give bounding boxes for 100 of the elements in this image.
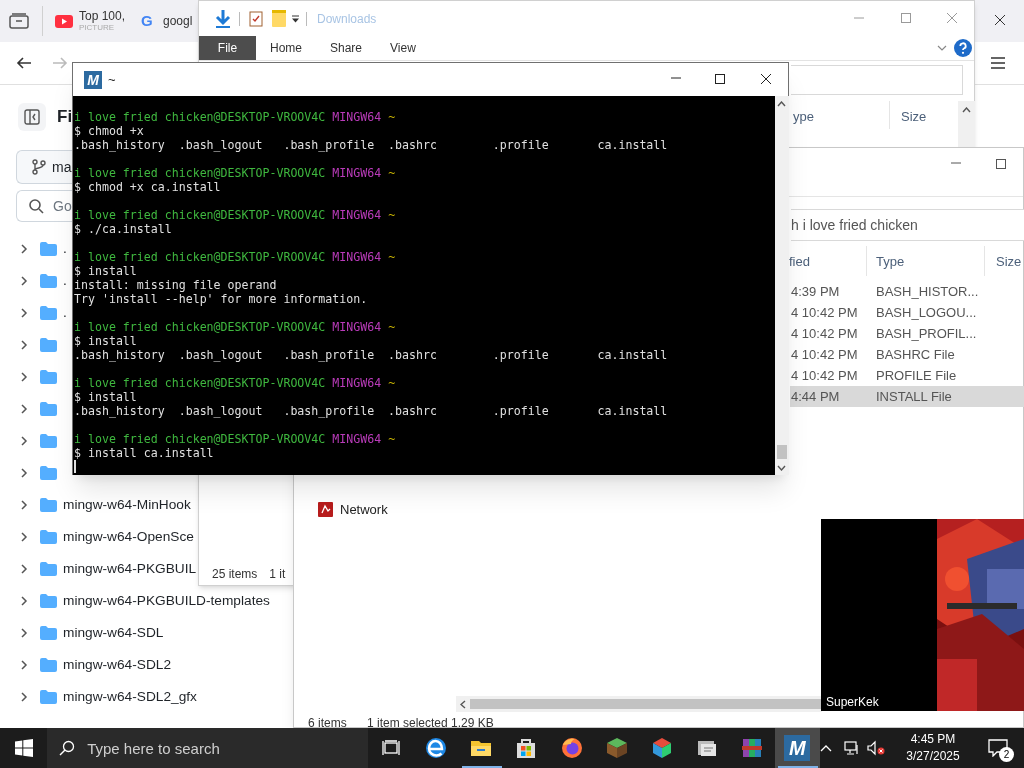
file-row[interactable]: 4 10:42 PM BASH_LOGOU... [790,302,1024,323]
maximize-button[interactable] [995,158,1007,170]
file-row[interactable]: 4:39 PM BASH_HISTOR... [790,281,1024,302]
tree-item[interactable]: . [63,238,67,260]
ribbon-tab[interactable]: View [376,36,430,60]
help-icon[interactable] [954,39,972,57]
chat-bubble-icon [988,739,1009,757]
column-header[interactable]: Size [901,107,927,127]
terminal-command: $ install [74,334,137,348]
file-row[interactable]: 4:44 PM INSTALL File [790,386,1024,407]
folder-icon [40,402,57,416]
clock[interactable]: 4:45 PM 3/27/2025 [895,731,972,765]
file-row[interactable]: 4 10:42 PM BASHRC File [790,344,1024,365]
tree-item[interactable]: mingw-w64-MinHook [63,494,191,516]
folder-icon [40,306,57,320]
chevron-right-icon[interactable] [20,467,28,479]
chevron-right-icon[interactable] [20,627,28,639]
chevron-right-icon[interactable] [20,435,28,447]
search-icon [59,740,76,756]
prompt-path: ~ [388,110,396,124]
folder-icon [40,434,57,448]
prompt-user-host: i love fried chicken@DESKTOP-VROOV4C [74,208,326,222]
speaker-muted-icon[interactable] [867,740,886,756]
prompt-path: ~ [388,432,396,446]
window-title: ~ [108,70,116,89]
prompt-user-host: i love fried chicken@DESKTOP-VROOV4C [74,376,326,390]
chevron-right-icon[interactable] [20,403,28,415]
chevron-right-icon[interactable] [20,659,28,671]
chevron-right-icon[interactable] [20,499,28,511]
date-cell-text: 4:44 PM [791,387,841,406]
scrollbar-thumb[interactable] [470,699,822,709]
chevron-right-icon[interactable] [20,691,28,703]
ribbon-collapse-icon[interactable] [937,45,947,51]
horizontal-scrollbar[interactable] [456,696,822,712]
taskbar-app-button[interactable]: M [774,728,821,768]
tree-item[interactable]: mingw-w64-SDL [63,622,164,644]
chevron-right-icon[interactable] [20,243,28,255]
app-logo: M [84,70,102,89]
chevron-right-icon[interactable] [20,371,28,383]
search-field[interactable]: Go [16,190,72,222]
panel-toggle-button[interactable] [18,103,46,131]
scrollbar[interactable] [775,96,789,475]
menu-icon[interactable] [990,56,1006,70]
tree-item[interactable]: mingw-w64-PKGBUILD-templates [63,590,270,612]
browser-tab[interactable]: G googl [135,2,193,40]
prompt-user-host: i love fried chicken@DESKTOP-VROOV4C [74,320,326,334]
scroll-down-icon[interactable] [777,465,786,471]
tree-item[interactable]: mingw-w64-SDL2_gfx [63,686,197,708]
back-button[interactable] [16,55,32,71]
scroll-up-icon[interactable] [962,107,971,113]
folder-icon [40,626,57,640]
maximize-button[interactable] [714,73,726,85]
scrollbar-thumb[interactable] [777,445,787,459]
column-header[interactable]: fied [789,252,810,272]
status-text: 1.29 KB [451,715,494,732]
tab-manager-icon[interactable] [9,13,29,29]
tree-item[interactable]: . [63,302,67,324]
folder-icon [40,690,57,704]
scroll-up-icon[interactable] [777,101,786,107]
checklist-icon[interactable] [249,10,263,27]
notification-button[interactable]: 2 [980,728,1017,768]
close-button[interactable] [760,73,772,85]
prompt-shell: MINGW64 [332,208,382,222]
chevron-right-icon[interactable] [20,595,28,607]
branch-button[interactable]: ma [16,150,72,184]
terminal-command: $ chmod +x ca.install [74,180,221,194]
tree-item[interactable]: mingw-w64-SDL2 [63,654,172,676]
network-icon[interactable] [844,740,861,756]
tree-item[interactable]: mingw-w64-PKGBUIL [63,558,197,580]
scrollbar[interactable] [958,101,975,147]
chevron-right-icon[interactable] [20,563,28,575]
folder-icon [40,594,57,608]
ribbon-tab[interactable]: Home [256,36,316,60]
chevron-right-icon[interactable] [20,339,28,351]
nav-item[interactable]: Network [340,500,388,520]
tree-item[interactable]: mingw-w64-OpenSce [63,526,194,548]
tree-item[interactable]: . [63,270,67,292]
tab-subtitle: PICTURE [79,24,116,32]
column-header[interactable]: ype [793,107,814,127]
terminal-output: .bash_history .bash_logout .bash_profile .bashrc .profile ca.install [74,138,668,152]
chevron-right-icon[interactable] [20,531,28,543]
status-text: 1 it [269,566,286,583]
chevron-right-icon[interactable] [20,307,28,319]
type-cell-text: BASH_HISTOR... [876,282,979,301]
column-header[interactable]: Size [996,252,1022,272]
taskbar-search-field[interactable]: Type here to search [47,728,369,768]
browser-tab[interactable]: Top 100, PICTURE [49,2,133,40]
download-arrow-icon[interactable] [215,9,231,28]
file-row[interactable]: 4 10:42 PM PROFILE File [790,365,1024,386]
customize-dropdown-icon[interactable] [291,14,300,23]
close-button[interactable] [994,14,1006,26]
chevron-up-icon[interactable] [820,744,833,752]
ribbon-tab[interactable]: Share [316,36,377,60]
chevron-right-icon[interactable] [20,275,28,287]
folder-icon [40,562,57,576]
file-row[interactable]: 4 10:42 PM BASH_PROFIL... [790,323,1024,344]
search-field[interactable]: h i love fried chicken [791,209,1024,241]
notification-badge: 2 [999,747,1015,762]
scroll-left-icon[interactable] [460,700,466,709]
column-header[interactable]: Type [876,252,905,272]
